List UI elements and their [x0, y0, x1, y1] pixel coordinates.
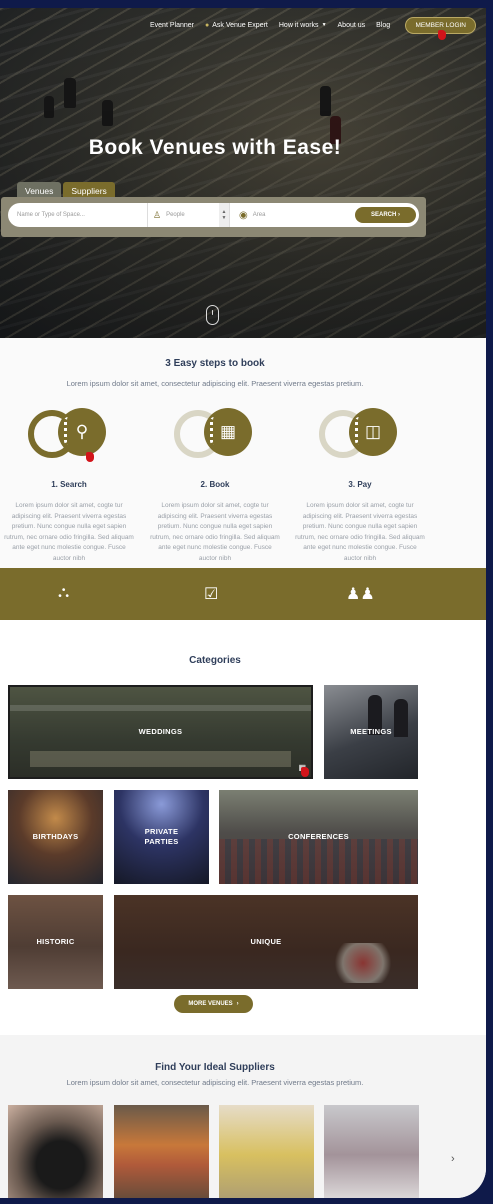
location-pin-icon: ◉: [239, 209, 248, 221]
search-panel: Name or Type of Space... ♙ People ▲ ▼ ◉ A…: [1, 197, 426, 237]
category-label: MEETINGS: [350, 727, 392, 736]
step-pay: ◫ 3. Pay Lorem ipsum dolor sit amet, cog…: [295, 406, 425, 564]
category-label: UNIQUE: [250, 937, 282, 946]
categories-section: Categories WEDDINGS ▦ MEETINGS BIRTHDAYS…: [0, 620, 486, 1035]
category-conferences[interactable]: CONFERENCES: [219, 790, 418, 884]
hero-title: Book Venues with Ease!: [88, 136, 342, 159]
device-frame: Event Planner ● Ask Venue Expert How it …: [0, 0, 493, 1204]
hero: Event Planner ● Ask Venue Expert How it …: [0, 8, 486, 338]
steps-title: 3 Easy steps to book: [165, 358, 265, 369]
search-button-label: SEARCH: [370, 212, 397, 218]
area-placeholder: Area: [252, 212, 266, 218]
steps-section: 3 Easy steps to book Lorem ipsum dolor s…: [0, 338, 486, 568]
nav-how-it-works-label: How it works: [278, 21, 319, 29]
people-icon: ♙: [153, 209, 162, 220]
people-placeholder: People: [166, 212, 185, 218]
category-birthdays[interactable]: BIRTHDAYS: [8, 790, 103, 884]
search-icon: ⚲: [75, 422, 89, 441]
space-search-input[interactable]: Name or Type of Space...: [8, 203, 148, 227]
supplier-catering[interactable]: [219, 1105, 314, 1198]
suppliers-title: Find Your Ideal Suppliers: [155, 1062, 275, 1073]
member-login-button[interactable]: MEMBER LOGIN: [405, 16, 476, 40]
step-disc: ▦: [204, 408, 252, 456]
category-historic[interactable]: HISTORIC: [8, 895, 103, 989]
pointer-cursor-icon: [86, 452, 94, 462]
more-venues-label: MORE VENUES: [188, 1001, 233, 1007]
area-input[interactable]: ◉ Area: [230, 203, 338, 227]
venue-location-icon: ⛬: [58, 584, 70, 601]
step-text: Lorem ipsum dolor sit amet, cogte tur ad…: [295, 502, 425, 562]
pointer-cursor-icon: [438, 29, 447, 40]
steps-subtitle: Lorem ipsum dolor sit amet, consectetur …: [66, 379, 364, 388]
category-label: WEDDINGS: [138, 727, 183, 736]
page: Event Planner ● Ask Venue Expert How it …: [0, 8, 486, 1198]
nav-ask-venue-expert[interactable]: ● Ask Venue Expert: [205, 22, 268, 29]
categories-title: Categories: [189, 655, 241, 666]
user-icon: ●: [204, 21, 210, 29]
category-label: PRIVATE PARTIES: [144, 827, 179, 846]
calendar-check-icon: ▦: [219, 422, 237, 441]
pointer-cursor-icon: [301, 767, 309, 777]
group-icon: ♟♟: [346, 586, 375, 603]
step-book: ▦ 2. Book Lorem ipsum dolor sit amet, co…: [150, 406, 280, 564]
category-unique[interactable]: UNIQUE: [114, 895, 418, 989]
suppliers-subtitle: Lorem ipsum dolor sit amet, consectetur …: [66, 1078, 364, 1087]
scroll-mouse-icon[interactable]: [206, 305, 219, 325]
category-weddings[interactable]: WEDDINGS ▦: [8, 685, 313, 779]
step-title: 2. Book: [200, 480, 230, 489]
category-meetings[interactable]: MEETINGS: [324, 685, 418, 779]
chevron-right-icon: ›: [236, 1001, 239, 1007]
people-input[interactable]: ♙ People ▲ ▼: [148, 203, 230, 227]
top-nav: Event Planner ● Ask Venue Expert How it …: [150, 14, 476, 40]
step-text: Lorem ipsum dolor sit amet, cogte tur ad…: [4, 502, 134, 562]
supplier-makeup[interactable]: [324, 1105, 419, 1198]
step-title: 1. Search: [51, 480, 87, 489]
checkbox-icon: ☑: [204, 586, 219, 603]
category-label: BIRTHDAYS: [32, 832, 79, 841]
step-search: ⚲ 1. Search Lorem ipsum dolor sit amet, …: [4, 406, 134, 564]
nav-ask-venue-expert-label: Ask Venue Expert: [212, 21, 268, 29]
people-stepper[interactable]: ▲ ▼: [219, 203, 229, 227]
supplier-photography[interactable]: [8, 1105, 103, 1198]
member-login-label: MEMBER LOGIN: [415, 21, 466, 29]
next-arrow-icon[interactable]: ›: [451, 1153, 455, 1165]
step-title: 3. Pay: [348, 480, 372, 489]
search-button[interactable]: SEARCH ›: [354, 207, 416, 223]
feature-band: ⛬ ☑ ♟♟: [0, 568, 486, 620]
step-disc: ◫: [349, 408, 397, 456]
stepper-down-icon[interactable]: ▼: [222, 215, 227, 221]
hero-overlay: [0, 8, 486, 338]
suppliers-section: Find Your Ideal Suppliers Lorem ipsum do…: [0, 1035, 486, 1198]
nav-how-it-works[interactable]: How it works ▼: [279, 22, 327, 29]
nav-about-us[interactable]: About us: [338, 22, 366, 29]
chevron-right-icon: ›: [398, 212, 400, 218]
category-private-parties[interactable]: PRIVATE PARTIES: [114, 790, 209, 884]
caret-down-icon: ▼: [321, 22, 327, 28]
nav-event-planner[interactable]: Event Planner: [150, 22, 194, 29]
category-label: HISTORIC: [36, 937, 75, 946]
step-text: Lorem ipsum dolor sit amet, cogte tur ad…: [150, 502, 280, 562]
category-label: CONFERENCES: [288, 832, 349, 841]
supplier-flowers[interactable]: [114, 1105, 209, 1198]
more-venues-button[interactable]: MORE VENUES ›: [174, 995, 253, 1013]
step-disc: ⚲: [58, 408, 106, 456]
search-bar: Name or Type of Space... ♙ People ▲ ▼ ◉ A…: [8, 203, 419, 227]
ticket-icon: ◫: [364, 422, 382, 441]
nav-blog[interactable]: Blog: [376, 22, 390, 29]
